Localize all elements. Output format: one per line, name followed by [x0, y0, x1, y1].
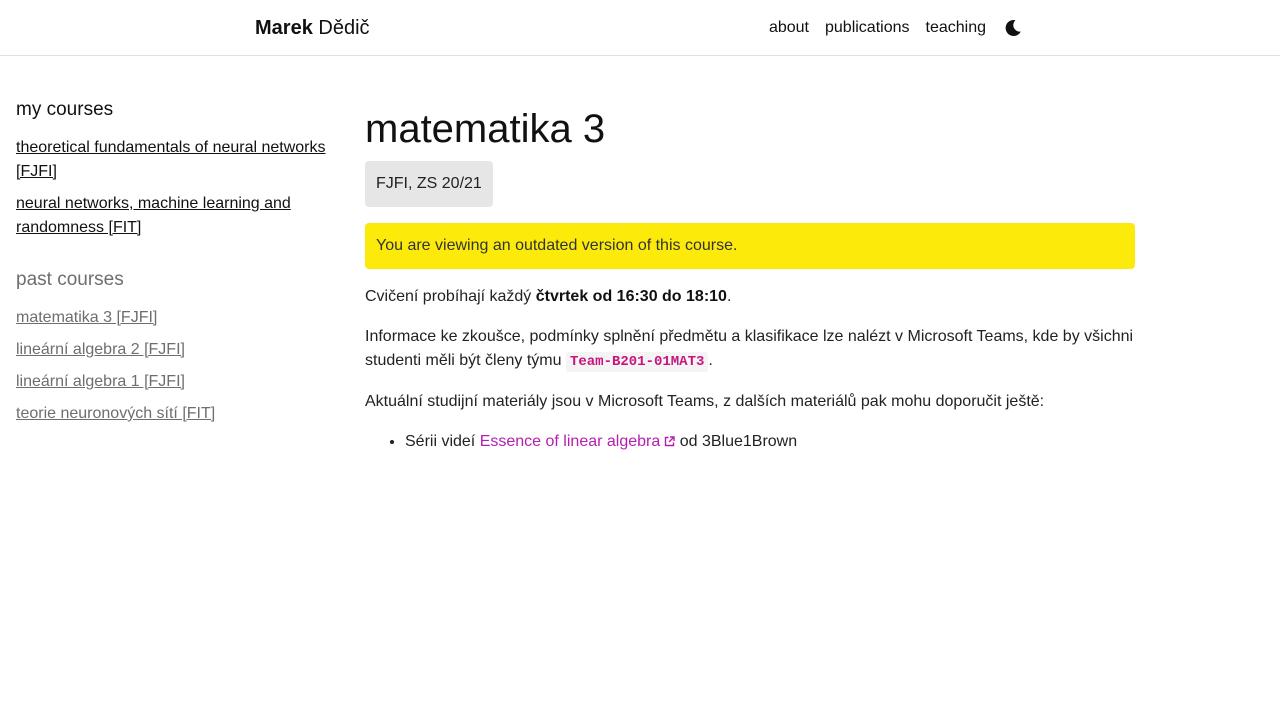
past-courses-list: matematika 3 [FJFI] lineární algebra 2 […: [16, 306, 336, 426]
navbar: Marek Dědič about publications teaching: [0, 0, 1280, 56]
team-code: Team-B201-01MAT3: [565, 352, 709, 372]
exam-info-text: Informace ke zkoušce, podmínky splnění p…: [365, 328, 1134, 369]
materials-list: Sérii videí Essence of linear algebra od…: [365, 430, 1135, 454]
course-link-mat3[interactable]: matematika 3 [FJFI]: [16, 309, 157, 326]
past-courses-heading: past courses: [16, 269, 124, 290]
schedule-time: čtvrtek od 16:30 do 18:10: [535, 288, 727, 305]
list-item: teorie neuronových sítí [FIT]: [16, 402, 336, 426]
course-link-la2[interactable]: lineární algebra 2 [FJFI]: [16, 341, 185, 358]
course-link-tfnn[interactable]: theoretical fundamentals of neural netwo…: [16, 139, 326, 180]
list-item: Sérii videí Essence of linear algebra od…: [405, 430, 1135, 454]
material-suffix: od 3Blue1Brown: [675, 433, 798, 450]
page-title: matematika 3: [365, 107, 606, 151]
link-text: Essence of linear algebra: [479, 433, 661, 450]
list-item: lineární algebra 1 [FJFI]: [16, 370, 336, 394]
brand-last-name: Dědič: [318, 17, 370, 39]
sidebar: my courses theoretical fundamentals of n…: [16, 96, 336, 434]
site-brand[interactable]: Marek Dědič: [255, 16, 370, 40]
course-link-tns[interactable]: teorie neuronových sítí [FIT]: [16, 405, 215, 422]
material-prefix: Sérii videí: [405, 433, 480, 450]
moon-icon[interactable]: [1004, 19, 1022, 37]
nav-about[interactable]: about: [769, 16, 809, 40]
schedule-paragraph: Cvičení probíhají každý čtvrtek od 16:30…: [365, 285, 1135, 309]
my-courses-list: theoretical fundamentals of neural netwo…: [16, 136, 336, 240]
nav-links: about publications teaching: [753, 16, 1022, 40]
materials-paragraph: Aktuální studijní materiály jsou v Micro…: [365, 393, 1045, 410]
outdated-alert: You are viewing an outdated version of t…: [365, 223, 1135, 269]
schedule-suffix: .: [726, 288, 732, 305]
essence-linear-algebra-link[interactable]: Essence of linear algebra: [480, 433, 676, 450]
list-item: lineární algebra 2 [FJFI]: [16, 338, 336, 362]
nav-publications[interactable]: publications: [825, 16, 910, 40]
list-item: neural networks, machine learning and ra…: [16, 192, 336, 240]
brand-first-name: Marek: [255, 17, 313, 39]
schedule-prefix: Cvičení probíhají každý: [365, 288, 536, 305]
my-courses-heading: my courses: [16, 99, 114, 120]
course-link-nnmlr[interactable]: neural networks, machine learning and ra…: [16, 195, 291, 236]
nav-teaching[interactable]: teaching: [926, 16, 987, 40]
external-link-icon: [664, 431, 675, 447]
main-content: matematika 3 FJFI, ZS 20/21 You are view…: [365, 104, 1135, 454]
exam-info-suffix: .: [708, 352, 713, 369]
list-item: theoretical fundamentals of neural netwo…: [16, 136, 336, 184]
course-link-la1[interactable]: lineární algebra 1 [FJFI]: [16, 373, 185, 390]
list-item: matematika 3 [FJFI]: [16, 306, 336, 330]
exam-info-paragraph: Informace ke zkoušce, podmínky splnění p…: [365, 325, 1135, 374]
term-badge: FJFI, ZS 20/21: [365, 161, 493, 207]
